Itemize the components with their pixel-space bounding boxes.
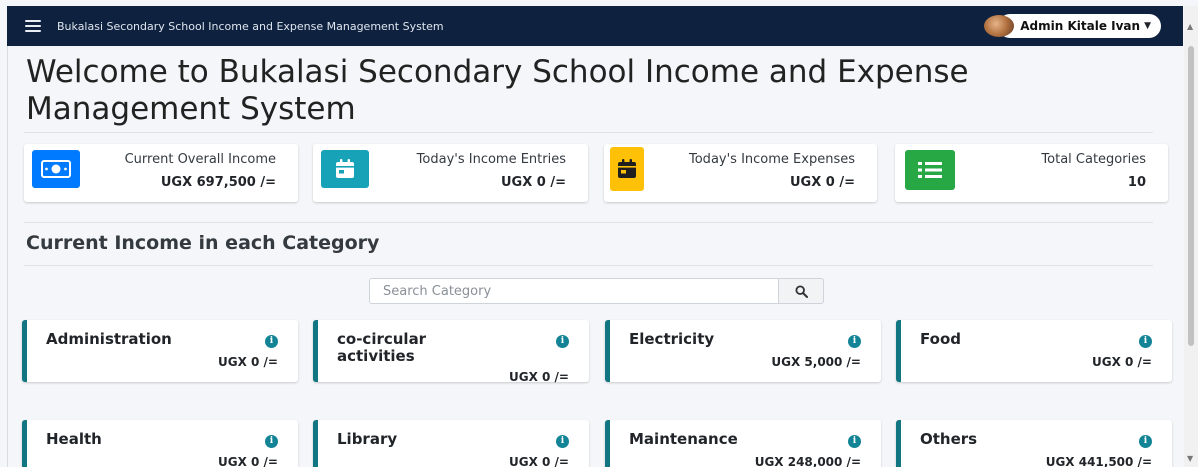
divider (24, 132, 1153, 133)
category-name: Electricity (629, 330, 715, 348)
divider (24, 265, 1153, 266)
category-amount: UGX 0 /= (218, 455, 278, 467)
main-content: Welcome to Bukalasi Secondary School Inc… (7, 46, 1183, 467)
info-box-label: Total Categories (1041, 152, 1146, 167)
info-box-label: Today's Income Expenses (689, 152, 855, 167)
category-name: Food (920, 330, 961, 348)
category-amount: UGX 0 /= (218, 355, 278, 369)
user-name: Admin Kitale Ivan (1020, 19, 1141, 33)
category-name: Others (920, 430, 978, 448)
info-icon[interactable]: i (556, 335, 569, 348)
hamburger-icon[interactable] (25, 20, 41, 32)
money-icon (32, 150, 80, 188)
search-input[interactable] (369, 278, 778, 304)
app-title[interactable]: Bukalasi Secondary School Income and Exp… (57, 20, 444, 33)
category-card-library[interactable]: Library i UGX 0 /= (313, 420, 589, 467)
category-amount: UGX 0 /= (1092, 355, 1152, 369)
category-card-co-circular-activities[interactable]: co-circular activities i UGX 0 /= (313, 320, 589, 384)
category-card-maintenance[interactable]: Maintenance i UGX 248,000 /= (605, 420, 881, 467)
top-navbar: Bukalasi Secondary School Income and Exp… (7, 6, 1183, 46)
info-icon[interactable]: i (556, 435, 569, 448)
page-scrollbar[interactable]: ▲ ▼ (1184, 6, 1198, 467)
info-icon[interactable]: i (1139, 335, 1152, 348)
category-search (369, 278, 824, 304)
category-card-electricity[interactable]: Electricity i UGX 5,000 /= (605, 320, 881, 382)
info-box-total-categories: Total Categories 10 (895, 144, 1168, 202)
info-icon[interactable]: i (1139, 435, 1152, 448)
user-menu-button[interactable]: Admin Kitale Ivan ▼ (984, 14, 1161, 38)
category-card-food[interactable]: Food i UGX 0 /= (896, 320, 1172, 382)
scroll-thumb[interactable] (1188, 46, 1194, 346)
divider (24, 222, 1153, 223)
scroll-up-icon[interactable]: ▲ (1187, 22, 1193, 31)
list-icon (905, 150, 955, 190)
info-icon[interactable]: i (265, 335, 278, 348)
page-title: Welcome to Bukalasi Secondary School Inc… (26, 54, 969, 127)
category-card-others[interactable]: Others i UGX 441,500 /= (896, 420, 1172, 467)
category-amount: UGX 441,500 /= (1045, 455, 1152, 467)
scroll-down-icon[interactable]: ▼ (1187, 454, 1193, 463)
info-box-overall-income: Current Overall Income UGX 697,500 /= (24, 144, 298, 202)
avatar (984, 15, 1015, 37)
search-icon (794, 284, 808, 298)
info-box-today-income-entries: Today's Income Entries UGX 0 /= (313, 144, 588, 202)
category-name: Maintenance (629, 430, 738, 448)
info-box-label: Current Overall Income (124, 152, 276, 167)
category-name: Administration (46, 330, 172, 348)
category-amount: UGX 0 /= (509, 455, 569, 467)
section-title: Current Income in each Category (26, 232, 380, 254)
category-amount: UGX 5,000 /= (771, 355, 861, 369)
category-card-health[interactable]: Health i UGX 0 /= (22, 420, 298, 467)
category-amount: UGX 248,000 /= (754, 455, 861, 467)
app-window: Bukalasi Secondary School Income and Exp… (0, 0, 1198, 467)
category-amount: UGX 0 /= (509, 370, 569, 384)
search-button[interactable] (778, 278, 824, 304)
calendar-icon (321, 150, 369, 188)
info-icon[interactable]: i (848, 335, 861, 348)
category-name: co-circular activities (337, 330, 427, 365)
info-box-value: UGX 0 /= (790, 175, 855, 190)
info-icon[interactable]: i (265, 435, 278, 448)
info-box-value: 10 (1127, 175, 1146, 190)
info-box-value: UGX 0 /= (501, 175, 566, 190)
info-box-value: UGX 697,500 /= (160, 175, 276, 190)
category-name: Library (337, 430, 398, 448)
category-card-administration[interactable]: Administration i UGX 0 /= (22, 320, 298, 382)
calendar-icon (610, 147, 644, 191)
category-name: Health (46, 430, 102, 448)
info-box-label: Today's Income Entries (416, 152, 566, 167)
caret-down-icon: ▼ (1144, 21, 1151, 31)
info-box-today-income-expenses: Today's Income Expenses UGX 0 /= (604, 144, 877, 202)
info-icon[interactable]: i (848, 435, 861, 448)
